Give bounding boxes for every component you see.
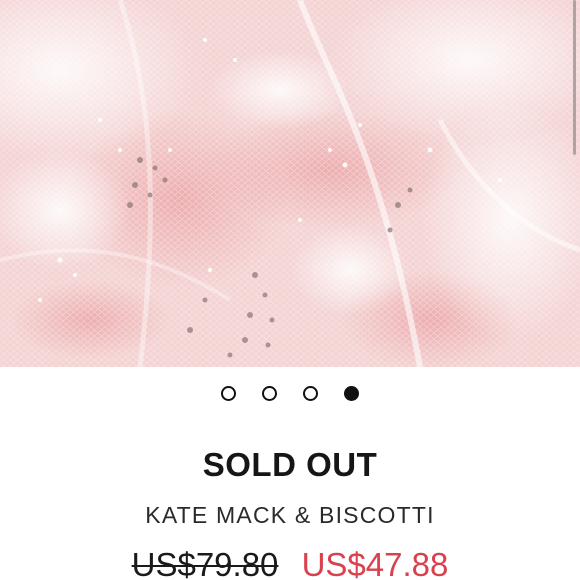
- carousel-dot-3[interactable]: [303, 385, 318, 401]
- carousel-dot-1[interactable]: [221, 385, 236, 401]
- original-price: US$79.80: [131, 546, 279, 580]
- scroll-indicator: [573, 0, 576, 155]
- carousel-dot-2[interactable]: [262, 385, 277, 401]
- tulle-fabric-photo: [0, 0, 580, 367]
- carousel-pagination: [0, 383, 580, 403]
- brand-name[interactable]: KATE MACK & BISCOTTI: [0, 501, 580, 529]
- sale-price: US$47.88: [301, 546, 449, 580]
- product-image[interactable]: [0, 0, 580, 367]
- product-screen: SOLD OUT KATE MACK & BISCOTTI US$79.80 U…: [0, 0, 580, 580]
- price-row: US$79.80 US$47.88: [0, 545, 580, 580]
- sold-out-label: SOLD OUT: [202, 446, 378, 483]
- carousel-dot-4-active[interactable]: [344, 385, 359, 401]
